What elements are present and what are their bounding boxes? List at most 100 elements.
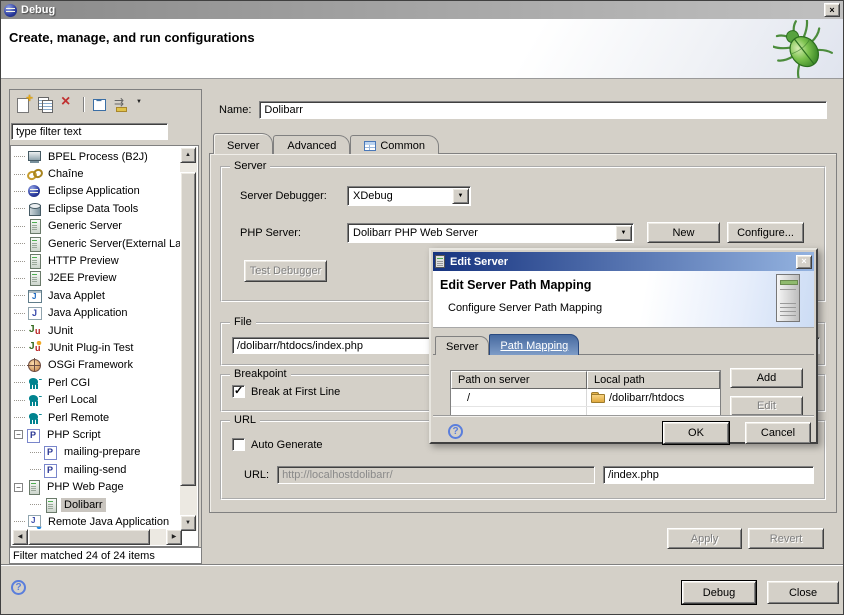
dialog-close-button[interactable]: × — [796, 255, 812, 269]
tree-item-label: Perl Remote — [45, 411, 112, 425]
table-icon — [364, 141, 376, 151]
new-config-icon[interactable] — [15, 96, 32, 113]
tree-item-bpel-process-b2j[interactable]: BPEL Process (B2J) — [12, 148, 181, 165]
tree-item-label: Chaîne — [45, 167, 86, 181]
php-file-icon — [43, 463, 58, 477]
column-header[interactable]: Path on server — [451, 371, 587, 389]
configure-server-button[interactable]: Configure... — [727, 222, 804, 243]
banner-title: Create, manage, and run configurations — [9, 30, 255, 45]
local-path-text: /dolibarr/htdocs — [609, 392, 684, 404]
close-button[interactable]: Close — [767, 581, 839, 604]
dialog-heading: Edit Server Path Mapping — [440, 278, 591, 292]
collapse-toggle-icon[interactable]: − — [14, 483, 23, 492]
tree-item-label: mailing-prepare — [61, 445, 143, 459]
tree-item-eclipse-data-tools[interactable]: Eclipse Data Tools — [12, 200, 181, 217]
tree-item-cha-ne[interactable]: Chaîne — [12, 165, 181, 182]
scroll-right-icon[interactable]: ▶ — [166, 529, 182, 545]
tree-item-perl-remote[interactable]: Perl Remote — [12, 409, 181, 426]
dialog-tabs: Server Path Mapping — [435, 335, 579, 355]
toolbar-menu-dropdown-icon[interactable] — [135, 96, 145, 113]
new-server-button[interactable]: New — [647, 222, 720, 243]
close-icon: × — [801, 256, 806, 267]
collapse-toggle-icon[interactable]: − — [14, 430, 23, 439]
server-debugger-select[interactable]: XDebug ▼ — [347, 186, 471, 206]
chevron-down-icon[interactable]: ▼ — [615, 225, 632, 241]
tree-item-remote-java-application[interactable]: Remote Java Application — [12, 513, 181, 530]
tab-common[interactable]: Common — [350, 135, 439, 154]
scroll-up-icon[interactable]: ▲ — [180, 147, 196, 163]
name-input[interactable] — [259, 101, 827, 119]
window-close-button[interactable]: × — [824, 3, 840, 17]
tree-vertical-scrollbar[interactable]: ▲ ▼ — [180, 147, 197, 531]
tree-item-mailing-send[interactable]: mailing-send — [12, 461, 181, 478]
tree-item-junit[interactable]: JUnit — [12, 322, 181, 339]
debug-button[interactable]: Debug — [682, 581, 756, 604]
window-titlebar[interactable]: Debug × — [1, 1, 843, 19]
add-label: Add — [757, 372, 777, 384]
config-tree: BPEL Process (B2J) Chaîne Eclipse Applicat… — [12, 147, 181, 531]
dialog-help-icon[interactable]: ? — [448, 424, 463, 439]
url-row: URL: — [244, 466, 814, 484]
server-icon — [26, 480, 41, 494]
window-title: Debug — [21, 4, 55, 16]
dialog-button-bar: ? OK Cancel — [433, 415, 814, 440]
mapping-row[interactable]: //dolibarr/htdocs — [451, 389, 720, 406]
collapse-all-icon[interactable] — [91, 96, 108, 113]
tree-item-http-preview[interactable]: HTTP Preview — [12, 252, 181, 269]
help-icon[interactable]: ? — [11, 580, 26, 595]
java-icon — [27, 306, 42, 320]
delete-config-icon[interactable] — [59, 96, 76, 113]
breakpoint-group-title: Breakpoint — [230, 368, 291, 380]
url-path-input[interactable] — [603, 466, 814, 484]
chevron-down-icon[interactable]: ▼ — [452, 188, 469, 204]
footer-separator — [1, 564, 843, 566]
tree-item-label: BPEL Process (B2J) — [45, 150, 151, 164]
tree-item-perl-cgi[interactable]: Perl CGI — [12, 374, 181, 391]
tree-item-perl-local[interactable]: Perl Local — [12, 391, 181, 408]
dialog-tab-path-mapping[interactable]: Path Mapping — [489, 334, 579, 355]
sidebar-toolbar — [10, 90, 201, 118]
tree-item-j2ee-preview[interactable]: J2EE Preview — [12, 270, 181, 287]
tree-item-junit-plug-in-test[interactable]: JUnit Plug-in Test — [12, 339, 181, 356]
banner: Create, manage, and run configurations — [1, 19, 843, 79]
dialog-titlebar[interactable]: Edit Server × — [433, 252, 814, 271]
column-header[interactable]: Local path — [587, 371, 720, 389]
cancel-button[interactable]: Cancel — [745, 422, 811, 444]
dialog-tab-server[interactable]: Server — [435, 336, 489, 355]
filter-options-icon[interactable] — [113, 96, 130, 113]
break-first-line-checkbox[interactable] — [232, 385, 245, 398]
vertical-scrollbar-thumb[interactable] — [180, 172, 196, 486]
tab-advanced[interactable]: Advanced — [273, 135, 350, 154]
tree-item-osgi-framework[interactable]: OSGi Framework — [12, 357, 181, 374]
server-debugger-value: XDebug — [348, 190, 451, 202]
auto-generate-checkbox[interactable] — [232, 438, 245, 451]
tree-item-label: Dolibarr — [61, 498, 106, 512]
add-mapping-button[interactable]: Add — [730, 368, 803, 388]
eclipse-icon — [27, 184, 42, 198]
tree-item-java-application[interactable]: Java Application — [12, 305, 181, 322]
php-server-select[interactable]: Dolibarr PHP Web Server ▼ — [347, 223, 634, 243]
horizontal-scrollbar-thumb[interactable] — [28, 529, 150, 545]
debug-label: Debug — [703, 587, 735, 599]
tree-horizontal-scrollbar[interactable]: ◀ ▶ — [12, 529, 182, 545]
tree-item-dolibarr[interactable]: Dolibarr — [12, 496, 181, 513]
tree-item-java-applet[interactable]: Java Applet — [12, 287, 181, 304]
perl-icon — [27, 376, 42, 390]
filter-input[interactable] — [11, 123, 168, 140]
ok-button[interactable]: OK — [663, 422, 729, 444]
apply-label: Apply — [691, 533, 719, 545]
tree-item-php-web-page[interactable]: −PHP Web Page — [12, 478, 181, 495]
tree-item-php-script[interactable]: −PHP Script — [12, 426, 181, 443]
tab-server[interactable]: Server — [213, 133, 273, 154]
server-icon — [27, 271, 42, 285]
perl-icon — [27, 393, 42, 407]
tree-item-generic-server-external-la[interactable]: Generic Server(External La — [12, 235, 181, 252]
name-label: Name: — [219, 104, 251, 116]
duplicate-config-icon[interactable] — [37, 96, 54, 113]
tree-item-eclipse-application[interactable]: Eclipse Application — [12, 183, 181, 200]
scroll-left-icon[interactable]: ◀ — [12, 529, 28, 545]
tree-item-mailing-prepare[interactable]: mailing-prepare — [12, 444, 181, 461]
tree-item-generic-server[interactable]: Generic Server — [12, 218, 181, 235]
scroll-down-icon[interactable]: ▼ — [180, 515, 196, 531]
tree-item-label: Java Application — [45, 306, 131, 320]
